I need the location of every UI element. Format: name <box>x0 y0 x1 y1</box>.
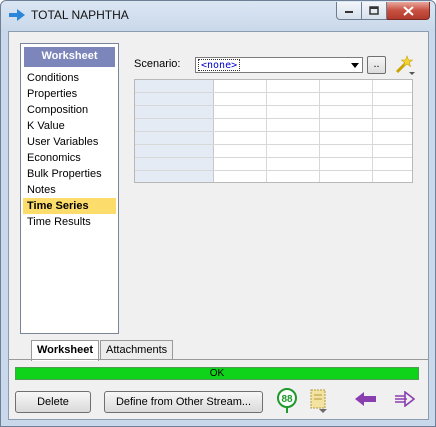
window-client-area: Worksheet Conditions Properties Composit… <box>8 31 429 420</box>
nav-item-time-series[interactable]: Time Series <box>23 198 116 214</box>
grid-row <box>135 170 412 171</box>
stream-edit-icon[interactable] <box>307 388 331 414</box>
stream-arrow-icon <box>9 9 25 21</box>
purple-right-arrow-icon[interactable] <box>393 391 415 407</box>
nav-header: Worksheet <box>24 47 115 67</box>
worksheet-nav-panel: Worksheet Conditions Properties Composit… <box>20 43 119 334</box>
minimize-button[interactable] <box>336 2 362 20</box>
grid-row <box>135 131 412 132</box>
tab-divider <box>9 359 428 360</box>
chevron-down-icon <box>351 63 359 68</box>
scenario-value: <none> <box>198 59 241 71</box>
grid-row <box>135 157 412 158</box>
magic-wand-icon[interactable] <box>393 54 415 76</box>
window-title: TOTAL NAPHTHA <box>31 8 129 22</box>
tab-worksheet[interactable]: Worksheet <box>31 340 100 361</box>
nav-item-properties[interactable]: Properties <box>23 86 116 102</box>
define-from-other-stream-button[interactable]: Define from Other Stream... <box>104 391 263 413</box>
time-series-grid[interactable] <box>134 79 413 183</box>
grid-row <box>135 105 412 106</box>
grid-row <box>135 118 412 119</box>
scenario-label: Scenario: <box>134 58 181 70</box>
nav-item-k-value[interactable]: K Value <box>23 118 116 134</box>
window-controls <box>336 2 430 20</box>
grid-row <box>135 144 412 145</box>
scenario-browse-button[interactable]: .. <box>367 56 386 74</box>
nav-item-bulk-properties[interactable]: Bulk Properties <box>23 166 116 182</box>
nav-item-conditions[interactable]: Conditions <box>23 70 116 86</box>
stream-badge-number: 88 <box>281 394 293 405</box>
nav-item-time-results[interactable]: Time Results <box>23 214 116 230</box>
scenario-dropdown[interactable]: <none> <box>195 57 363 73</box>
maximize-button[interactable] <box>362 2 387 20</box>
close-button[interactable] <box>387 2 430 20</box>
nav-item-composition[interactable]: Composition <box>23 102 116 118</box>
delete-button[interactable]: Delete <box>15 391 91 413</box>
tab-attachments[interactable]: Attachments <box>100 340 174 360</box>
nav-item-notes[interactable]: Notes <box>23 182 116 198</box>
tab-strip: Worksheet Attachments <box>9 340 428 361</box>
nav-item-user-variables[interactable]: User Variables <box>23 134 116 150</box>
nav-list: Conditions Properties Composition K Valu… <box>23 70 116 230</box>
minimize-icon <box>345 10 353 13</box>
close-icon <box>402 5 414 16</box>
stream-window: TOTAL NAPHTHA Worksheet Conditions Prope… <box>0 0 436 427</box>
status-bar: OK <box>15 367 419 380</box>
grid-row <box>135 92 412 93</box>
nav-item-economics[interactable]: Economics <box>23 150 116 166</box>
stream-badge-icon[interactable]: 88 <box>275 388 299 414</box>
maximize-icon <box>369 6 379 15</box>
title-bar[interactable]: TOTAL NAPHTHA <box>1 1 435 29</box>
purple-left-arrow-icon[interactable] <box>355 391 377 407</box>
